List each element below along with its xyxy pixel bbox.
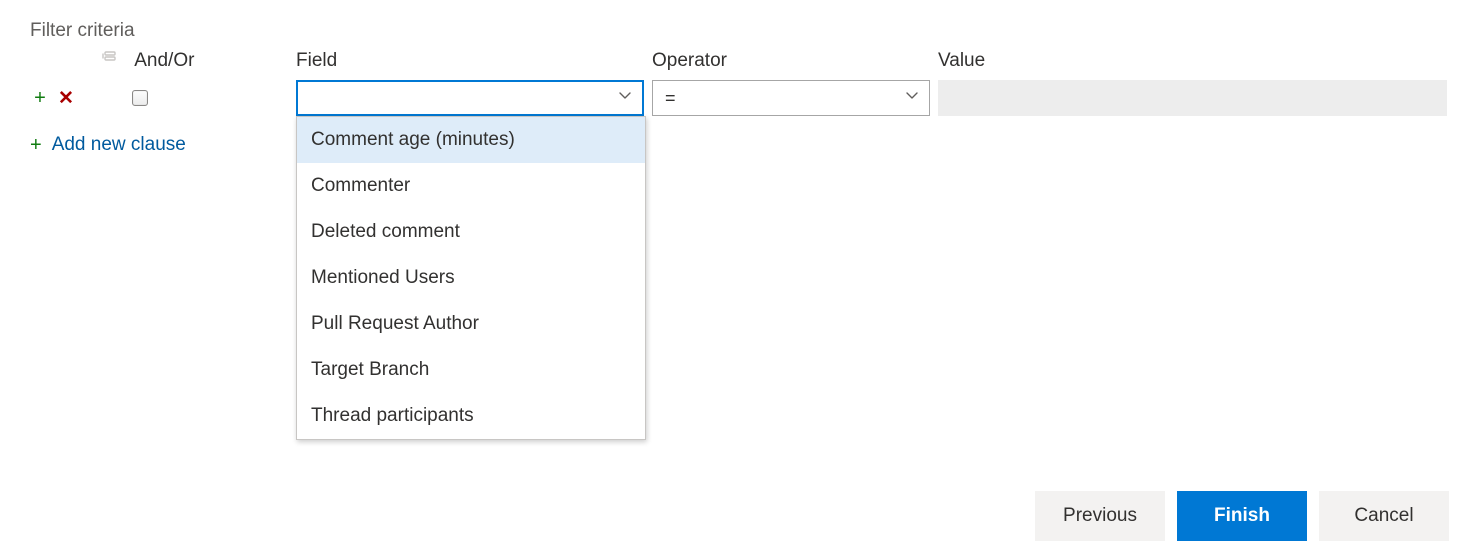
col-value-header: Value <box>938 50 1449 72</box>
field-option[interactable]: Target Branch <box>297 347 645 393</box>
field-option[interactable]: Comment age (minutes) <box>297 117 645 163</box>
group-clauses-icon <box>102 50 118 66</box>
field-option[interactable]: Thread participants <box>297 393 645 439</box>
finish-button[interactable]: Finish <box>1177 491 1307 541</box>
value-input[interactable] <box>938 80 1447 116</box>
col-andor-header: And/Or <box>102 50 296 72</box>
field-option[interactable]: Deleted comment <box>297 209 645 255</box>
field-option[interactable]: Commenter <box>297 163 645 209</box>
filter-criteria-title: Filter criteria <box>30 20 1449 42</box>
remove-clause-icon[interactable]: ✕ <box>56 88 76 108</box>
chevron-down-icon <box>618 86 632 107</box>
cancel-button[interactable]: Cancel <box>1319 491 1449 541</box>
field-dropdown[interactable]: Comment age (minutes)CommenterDeleted co… <box>296 116 646 440</box>
col-field-header: Field <box>296 50 652 72</box>
col-operator-header: Operator <box>652 50 938 72</box>
andor-label: And/Or <box>134 50 194 71</box>
add-new-clause-link[interactable]: + Add new clause <box>30 134 1449 156</box>
plus-icon: + <box>34 88 46 108</box>
clause-row: + ✕ = <box>30 78 1449 118</box>
add-new-clause-label: Add new clause <box>52 134 186 156</box>
x-icon: ✕ <box>58 89 74 108</box>
field-option[interactable]: Mentioned Users <box>297 255 645 301</box>
andor-checkbox[interactable] <box>132 90 148 106</box>
operator-combobox-value: = <box>665 88 676 109</box>
previous-button[interactable]: Previous <box>1035 491 1165 541</box>
operator-combobox[interactable]: = <box>652 80 930 116</box>
add-clause-icon[interactable]: + <box>30 88 50 108</box>
plus-icon: + <box>30 135 42 155</box>
field-option[interactable]: Pull Request Author <box>297 301 645 347</box>
chevron-down-icon <box>905 86 919 107</box>
columns-header: ☰ And/Or Field Operator Value <box>30 50 1449 72</box>
field-combobox[interactable] <box>296 80 644 116</box>
wizard-footer: Previous Finish Cancel <box>1035 491 1449 541</box>
col-actions-header: ☰ <box>30 50 102 72</box>
